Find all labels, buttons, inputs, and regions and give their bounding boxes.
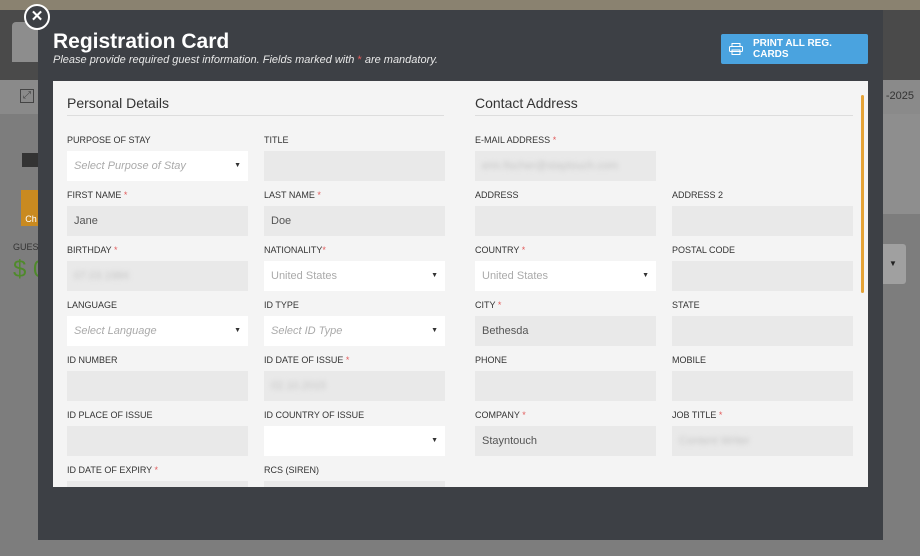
background-icon xyxy=(22,153,38,167)
caret-down-icon: ▼ xyxy=(431,437,438,444)
mobile-input[interactable] xyxy=(672,371,853,401)
print-button-label: PRINT ALL REG. CARDS xyxy=(753,38,832,60)
language-field: LANGUAGE Select Language ▼ xyxy=(67,299,248,346)
title-field: TITLE xyxy=(264,134,445,181)
rcs-siren-field: RCS (SIREN) xyxy=(264,464,445,487)
background-dropdown: ▼ xyxy=(880,244,906,284)
id-place-of-issue-field: ID PLACE OF ISSUE xyxy=(67,409,248,456)
purpose-of-stay-select[interactable]: Select Purpose of Stay ▼ xyxy=(67,151,248,181)
email-field: E-MAIL ADDRESS * erin.fischer@staytouch.… xyxy=(475,134,656,181)
registration-card-modal: Registration Card Please provide require… xyxy=(38,10,883,540)
language-select[interactable]: Select Language ▼ xyxy=(67,316,248,346)
id-place-of-issue-input[interactable] xyxy=(67,426,248,456)
contact-divider xyxy=(475,115,853,116)
address-2-field: ADDRESS 2 xyxy=(672,189,853,236)
background-date: -2025 xyxy=(885,90,914,102)
phone-field: PHONE xyxy=(475,354,656,401)
email-input[interactable]: erin.fischer@staytouch.com xyxy=(475,151,656,181)
state-input[interactable] xyxy=(672,316,853,346)
country-field: COUNTRY * United States ▼ xyxy=(475,244,656,291)
rcs-siren-input[interactable] xyxy=(264,481,445,487)
printer-icon xyxy=(729,43,743,55)
caret-down-icon: ▼ xyxy=(642,272,649,279)
last-name-field: LAST NAME * Doe xyxy=(264,189,445,236)
company-input[interactable]: Stayntouch xyxy=(475,426,656,456)
birthday-field: BIRTHDAY * 07.03.1984 xyxy=(67,244,248,291)
id-date-of-issue-input[interactable]: 02.10.2015 xyxy=(264,371,445,401)
id-date-of-issue-field: ID DATE OF ISSUE * 02.10.2015 xyxy=(264,354,445,401)
id-number-field: ID NUMBER xyxy=(67,354,248,401)
id-date-of-expiry-field: ID DATE OF EXPIRY * xyxy=(67,464,248,487)
phone-input[interactable] xyxy=(475,371,656,401)
job-title-field: JOB TITLE * Content Writer xyxy=(672,409,853,456)
caret-down-icon: ▼ xyxy=(234,162,241,169)
caret-down-icon: ▼ xyxy=(431,272,438,279)
registration-form: Personal Details Contact Address PURPOSE… xyxy=(53,81,868,487)
first-name-field: FIRST NAME * Jane xyxy=(67,189,248,236)
id-number-input[interactable] xyxy=(67,371,248,401)
expand-icon: ⤢ xyxy=(20,89,34,103)
id-type-select[interactable]: Select ID Type ▼ xyxy=(264,316,445,346)
id-country-of-issue-field: ID COUNTRY OF ISSUE ▼ xyxy=(264,409,445,456)
background-guest-label: GUES xyxy=(13,242,39,252)
state-field: STATE xyxy=(672,299,853,346)
company-field: COMPANY * Stayntouch xyxy=(475,409,656,456)
mobile-field: MOBILE xyxy=(672,354,853,401)
title-input[interactable] xyxy=(264,151,445,181)
postal-code-field: POSTAL CODE xyxy=(672,244,853,291)
postal-code-input[interactable] xyxy=(672,261,853,291)
address-2-input[interactable] xyxy=(672,206,853,236)
caret-down-icon: ▼ xyxy=(431,327,438,334)
contact-address-title: Contact Address xyxy=(475,95,578,111)
address-field: ADDRESS xyxy=(475,189,656,236)
first-name-input[interactable]: Jane xyxy=(67,206,248,236)
modal-title: Registration Card xyxy=(53,30,230,53)
scrollbar[interactable] xyxy=(861,95,864,293)
country-select[interactable]: United States ▼ xyxy=(475,261,656,291)
purpose-of-stay-field: PURPOSE OF STAY Select Purpose of Stay ▼ xyxy=(67,134,248,181)
nationality-field: NATIONALITY* United States ▼ xyxy=(264,244,445,291)
last-name-input[interactable]: Doe xyxy=(264,206,445,236)
nationality-select[interactable]: United States ▼ xyxy=(264,261,445,291)
birthday-input[interactable]: 07.03.1984 xyxy=(67,261,248,291)
address-input[interactable] xyxy=(475,206,656,236)
caret-down-icon: ▼ xyxy=(234,327,241,334)
personal-divider xyxy=(67,115,444,116)
background-top-strip xyxy=(0,0,920,10)
job-title-input[interactable]: Content Writer xyxy=(672,426,853,456)
id-date-of-expiry-input[interactable] xyxy=(67,481,248,487)
id-country-of-issue-select[interactable]: ▼ xyxy=(264,426,445,456)
print-all-reg-cards-button[interactable]: PRINT ALL REG. CARDS xyxy=(721,34,868,64)
id-type-field: ID TYPE Select ID Type ▼ xyxy=(264,299,445,346)
city-field: CITY * Bethesda xyxy=(475,299,656,346)
close-icon[interactable]: ✕ xyxy=(24,4,50,30)
city-input[interactable]: Bethesda xyxy=(475,316,656,346)
personal-details-title: Personal Details xyxy=(67,95,169,111)
modal-subtitle: Please provide required guest informatio… xyxy=(53,54,438,66)
